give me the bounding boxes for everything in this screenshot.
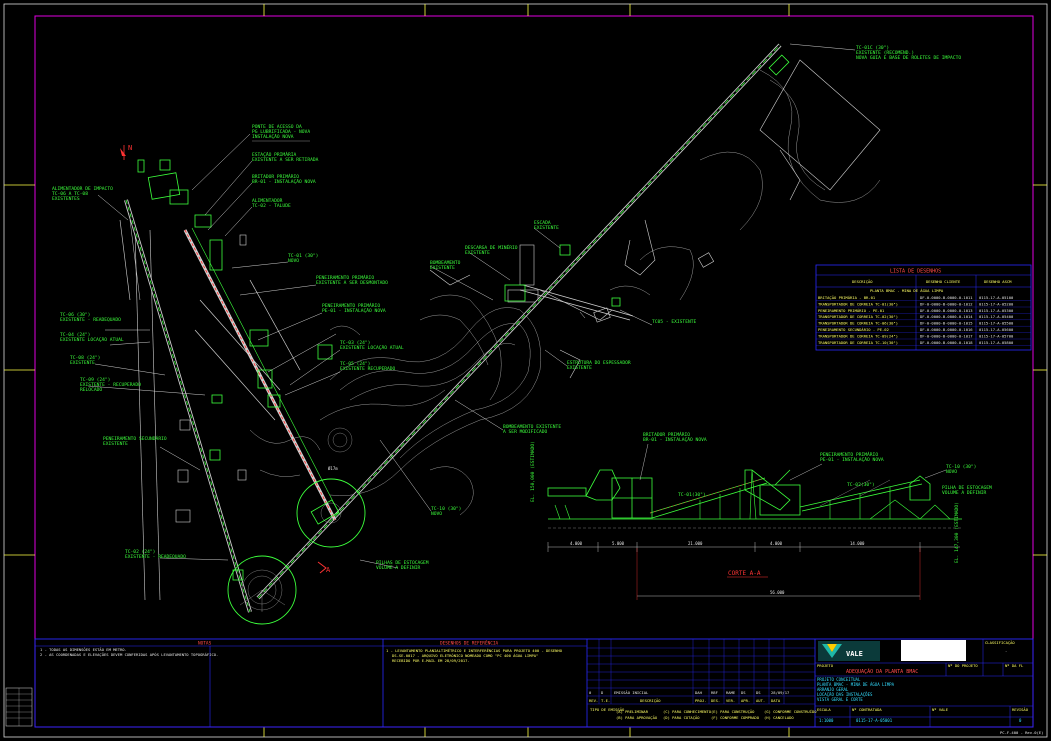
table-rows: BRITAÇÃO PRIMÁRIA - BR-01 DF-0-0000-B-000… [816, 295, 1031, 346]
project-title: ADEQUAÇÃO DA PLANTA BMAC [846, 668, 918, 675]
revision-header: PROJ. [695, 698, 706, 703]
dim-4: 4.000 [770, 541, 783, 546]
section-callout-tc01: TC-01(30") [678, 492, 706, 498]
revision-header: AUT. [756, 698, 765, 703]
notes-title: NOTAS [198, 641, 212, 647]
revision-cell: DAH [695, 690, 703, 695]
tipo-emissao-item: (A) PRELIMINAR [616, 709, 649, 714]
contratada-value: 0115-17-A-05001 [856, 718, 893, 723]
dim-1: 4.000 [570, 541, 583, 546]
tipo-emissao-item: (C) PARA CONHECIMENTO [663, 709, 712, 714]
cad-drawing-sheet: N A PONTE DE ACESSO DA PG LUBRIFICADA - N… [0, 0, 1051, 741]
dim-3: 21.000 [688, 541, 703, 546]
section-callout-pilha: PILHA DE ESTOCAGEM VOLUME A DEFINIR [942, 485, 992, 496]
table-header-cliente: DESENHO CLIENTE [926, 279, 961, 284]
svg-text:PENEIRAMENTO PRIMÁRIOPE-01 - I: PENEIRAMENTO PRIMÁRIO PE-01 - INSTALAÇÃO … [820, 451, 884, 463]
table-cell-ascm: 0115-17-A-05600 [979, 327, 1014, 332]
table-cell-cliente: DF-0-0000-B-0000-0-1017 [920, 333, 973, 338]
table-cell-cliente: DF-0-0000-B-0000-0-1011 [920, 295, 973, 300]
revisao-label: REVISÃO [1012, 707, 1029, 712]
ref-3: RECEBIDO POR E-MAIL EM 28/09/2017. [392, 658, 470, 663]
tipo-emissao-list: (A) PRELIMINAR(B) PARA APROVAÇÃO (C) PARA… [616, 709, 817, 720]
table-cell-ascm: 0115-17-A-05100 [979, 295, 1014, 300]
tipo-emissao-item: (F) CONFORME COMPRADO [711, 715, 760, 720]
table-cell-cliente: DF-0-0000-B-0000-0-1016 [920, 327, 973, 332]
table-cell-cliente: DF-0-0000-B-0000-0-1018 [920, 340, 973, 345]
revision-cell: 28/09/17 [771, 690, 789, 695]
table-cell-ascm: 0115-17-A-05400 [979, 314, 1014, 319]
svg-text:PILHA DE ESTOCAGEMVOLUME A DEF: PILHA DE ESTOCAGEM VOLUME A DEFINIR [942, 485, 992, 496]
escala-label: ESCALA [817, 707, 831, 712]
table-cell-ascm: 0115-17-A-05200 [979, 301, 1014, 306]
svg-text:TC05 - EXISTENTE: TC05 - EXISTENTE [652, 319, 696, 325]
table-cell-ascm: 0115-17-A-05300 [979, 308, 1014, 313]
revision-cell: DS [756, 690, 761, 695]
svg-text:TC-01(30"): TC-01(30") [678, 492, 706, 498]
svg-text:VALE: VALE [846, 650, 863, 658]
folha-label: Nº DA FL [1005, 663, 1024, 668]
sheet-footer: PC-F-400 - Rev.0(E) [1000, 730, 1043, 735]
vale-number-label: Nº VALE [932, 707, 949, 712]
table-cell-descricao: TRANSPORTADOR DE CORREIA TC-10(30") [818, 340, 898, 345]
table-cell-descricao: TRANSPORTADOR DE CORREIA TC-01(30") [818, 301, 898, 306]
svg-text:TC-02(30"): TC-02(30") [847, 482, 875, 488]
client-logo-box [901, 640, 966, 661]
revision-header: DES. [711, 698, 720, 703]
no-projeto-label: Nº DO PROJETO [948, 663, 978, 668]
tipo-emissao-item: (B) PARA APROVAÇÃO [616, 715, 658, 720]
revision-cell: EMISSÃO INICIAL [614, 690, 649, 695]
level-left: EL. 150,000 (ESTIMADO) [530, 441, 536, 502]
table-cell-descricao: BRITAÇÃO PRIMÁRIA - BR-01 [818, 295, 876, 300]
table-cell-cliente: DF-0-0000-B-0000-0-1015 [920, 321, 973, 326]
table-cell-cliente: DF-0-0000-B-0000-0-1014 [920, 314, 973, 319]
svg-text:PENEIRAMENTO PRIMÁRIOPE-01 - I: PENEIRAMENTO PRIMÁRIO PE-01 - INSTALAÇÃO … [322, 302, 386, 314]
table-header-ascm: DESENHO ASCM [984, 279, 1012, 284]
contratada-label: Nº CONTRATADA [852, 707, 882, 712]
note-2: 2 - AS COORDENADAS E ELEVAÇÕES DEVEM CON… [40, 652, 218, 657]
table-subtitle: PLANTA BMAC - MINA DE ÁGUA LIMPA [870, 288, 944, 293]
north-label: N [128, 144, 132, 152]
dim-2: 5.000 [612, 541, 625, 546]
area-line-5: VISTA GERAL E CORTE [817, 697, 863, 702]
tipo-emissao-item: (H) CANCELADO [764, 715, 794, 720]
dim-total: 56.000 [770, 590, 785, 595]
dim-5: 14.000 [850, 541, 865, 546]
section-callout-tc02: TC-02(30") [847, 482, 875, 488]
revision-header: T.E. [601, 698, 610, 703]
revision-header: APR. [741, 698, 750, 703]
table-cell-cliente: DF-0-0000-B-0000-0-1013 [920, 308, 973, 313]
revision-header: DATA [771, 698, 781, 703]
tipo-emissao-item: (D) PARA COTAÇÃO [663, 715, 700, 720]
callout-peneira2: PENEIRAMENTO PRIMÁRIO PE-01 - INSTALAÇÃO … [322, 302, 386, 314]
table-cell-ascm: 0115-17-A-05700 [979, 333, 1014, 338]
vale-logo: VALE [818, 641, 880, 661]
table-header-descricao: DESCRIÇÃO [852, 279, 873, 284]
table-cell-descricao: TRANSPORTADOR DE CORREIA TC-06(30") [818, 321, 898, 326]
revision-cell: RAME [726, 690, 736, 695]
table-cell-descricao: TRANSPORTADOR DE CORREIA TC-09(24") [818, 333, 898, 338]
tipo-emissao-item: (G) CONFORME CONSTRUÍDO [764, 709, 817, 714]
classificacao-label: CLASSIFICAÇÃO [985, 640, 1015, 645]
table-cell-descricao: PENEIRAMENTO SECUNDÁRIO - PE-02 [818, 327, 889, 332]
revision-cell: DS [741, 690, 746, 695]
table-cell-descricao: PENEIRAMENTO PRIMÁRIO - PE-01 [818, 308, 885, 313]
svg-text:Ø17m: Ø17m [328, 466, 338, 471]
table-cell-cliente: DF-0-0000-B-0000-0-1012 [920, 301, 973, 306]
revision-header: DESCRIÇÃO [640, 698, 661, 703]
callout-tc05b: TC05 - EXISTENTE [652, 319, 696, 325]
table-cell-ascm: 0115-17-A-05500 [979, 321, 1014, 326]
projeto-label: PROJETO [817, 663, 834, 668]
revision-header: VER. [726, 698, 735, 703]
tipo-emissao-item: (E) PARA CONSTRUÇÃO [711, 709, 755, 714]
revision-cell: RBF [711, 690, 719, 695]
revision-header: REV. [589, 698, 598, 703]
section-title: CORTE A-A [728, 570, 761, 577]
classificacao-value: - [1005, 648, 1007, 653]
callout-pilha-dim: Ø17m [328, 466, 338, 471]
level-right: EL. 147,300 (ESTIMADO) [954, 502, 960, 563]
table-cell-descricao: TRANSPORTADOR DE CORREIA TC-02(30") [818, 314, 898, 319]
table-cell-ascm: 0115-17-A-05800 [979, 340, 1014, 345]
escala-value: 1:1000 [819, 718, 834, 723]
table-title: LISTA DE DESENHOS [890, 269, 941, 275]
